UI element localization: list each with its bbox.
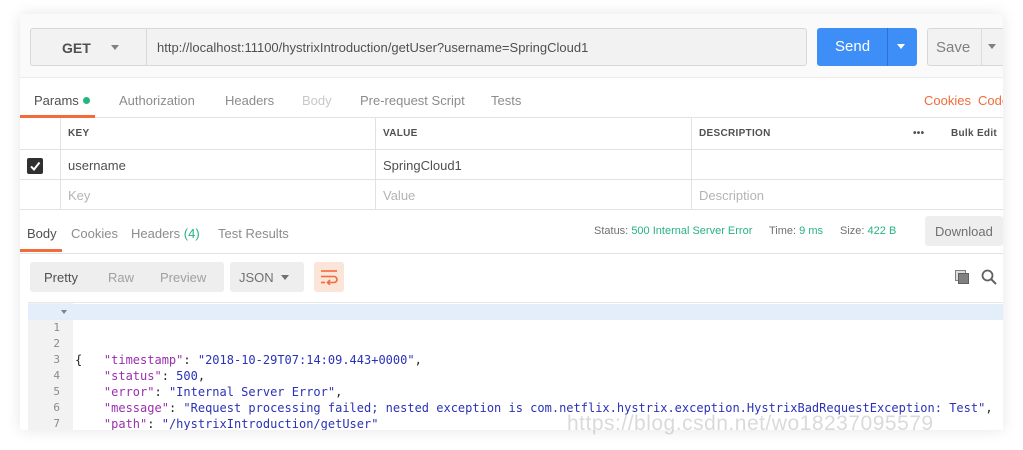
response-header: Body Cookies Headers (4) Test Results St… bbox=[20, 210, 1003, 254]
response-toolbar: Pretty Raw Preview JSON bbox=[20, 254, 1003, 302]
send-options-chevron-icon[interactable] bbox=[897, 44, 905, 49]
size-label: Size: bbox=[840, 225, 865, 237]
param-key-cell[interactable]: username bbox=[61, 150, 376, 179]
code-line: 5 "message": "Request processing failed;… bbox=[28, 368, 1003, 415]
postman-window: GET http://localhost:11100/hystrixIntrod… bbox=[20, 14, 1003, 430]
row-enabled-checkbox[interactable] bbox=[27, 158, 43, 174]
code-line: 3 "status": 500, bbox=[28, 336, 1003, 383]
new-param-row: Key Value Description bbox=[20, 180, 1003, 210]
view-preview[interactable]: Preview bbox=[160, 270, 206, 285]
format-label: JSON bbox=[239, 270, 274, 285]
url-text: http://localhost:11100/hystrixIntroducti… bbox=[157, 40, 589, 55]
save-button[interactable]: Save bbox=[927, 28, 1003, 66]
tab-response-cookies[interactable]: Cookies bbox=[71, 226, 118, 241]
status-label: Status: bbox=[594, 225, 629, 237]
header-value-cell: VALUE bbox=[376, 118, 692, 149]
key-placeholder: Key bbox=[68, 188, 91, 203]
wrap-lines-icon bbox=[321, 270, 338, 285]
search-icon[interactable] bbox=[981, 269, 997, 285]
status-readout: Status: 500 Internal Server Error bbox=[594, 225, 752, 237]
time-readout: Time: 9 ms bbox=[769, 225, 823, 237]
json-value: "/hystrixIntroduction/getUser" bbox=[161, 417, 379, 430]
status-value: 500 Internal Server Error bbox=[631, 225, 753, 237]
header-key-cell: KEY bbox=[61, 118, 376, 149]
fold-toggle-icon[interactable] bbox=[61, 310, 67, 314]
download-label: Download bbox=[935, 224, 993, 239]
chevron-down-icon bbox=[111, 45, 119, 50]
tab-params[interactable]: Params bbox=[34, 93, 90, 108]
tab-pre-request-script[interactable]: Pre-request Script bbox=[360, 93, 465, 108]
row-check-cell bbox=[20, 150, 61, 179]
watermark: https://blog.csdn.net/wo18237095579 bbox=[567, 412, 934, 435]
tab-body[interactable]: Body bbox=[302, 93, 332, 108]
code-line: 6 "path": "/hystrixIntroduction/getUser" bbox=[28, 384, 1003, 430]
code-line: 4 "error": "Internal Server Error", bbox=[28, 352, 1003, 399]
header-description: DESCRIPTION bbox=[699, 128, 771, 139]
tab-response-headers[interactable]: Headers (4) bbox=[131, 226, 200, 241]
size-value: 422 B bbox=[867, 225, 897, 237]
time-label: Time: bbox=[769, 225, 797, 237]
send-button[interactable]: Send bbox=[817, 28, 917, 66]
view-raw[interactable]: Raw bbox=[108, 270, 134, 285]
send-divider bbox=[887, 28, 888, 66]
line-number: 7 bbox=[53, 417, 60, 430]
param-value-cell[interactable]: SpringCloud1 bbox=[376, 150, 692, 179]
wrap-lines-button[interactable] bbox=[314, 262, 344, 292]
chevron-down-icon bbox=[281, 275, 289, 280]
new-key-input[interactable]: Key bbox=[61, 180, 376, 209]
params-header-row: KEY VALUE DESCRIPTION ••• Bulk Edit bbox=[20, 118, 1003, 150]
method-dropdown[interactable]: GET bbox=[30, 28, 146, 66]
url-input[interactable]: http://localhost:11100/hystrixIntroducti… bbox=[146, 28, 807, 66]
request-bar: GET http://localhost:11100/hystrixIntrod… bbox=[20, 14, 1003, 78]
tab-authorization[interactable]: Authorization bbox=[119, 93, 195, 108]
bulk-edit-link[interactable]: Bulk Edit bbox=[951, 128, 997, 139]
param-description-cell[interactable] bbox=[692, 150, 1003, 179]
value-placeholder: Value bbox=[383, 188, 416, 203]
tab-headers[interactable]: Headers bbox=[225, 93, 274, 108]
new-description-input[interactable]: Description bbox=[692, 180, 1003, 209]
format-dropdown[interactable]: JSON bbox=[230, 262, 304, 292]
time-value: 9 ms bbox=[799, 225, 823, 237]
copy-icon[interactable] bbox=[955, 270, 970, 285]
param-key: username bbox=[68, 158, 126, 173]
send-label: Send bbox=[835, 38, 871, 55]
code-line: 1 { bbox=[28, 304, 1003, 367]
tab-test-results[interactable]: Test Results bbox=[218, 226, 289, 241]
new-row-check-cell bbox=[20, 180, 61, 209]
code-lines: 1 { 2 "timestamp": "2018-10-29T07:14:09.… bbox=[28, 304, 1003, 430]
save-divider bbox=[981, 29, 982, 65]
param-value: SpringCloud1 bbox=[383, 158, 462, 173]
description-placeholder: Description bbox=[699, 188, 765, 203]
header-check-cell bbox=[20, 118, 61, 149]
code-text: "path": "/hystrixIntroduction/getUser" bbox=[103, 417, 379, 430]
tab-tests[interactable]: Tests bbox=[491, 93, 521, 108]
cookies-link[interactable]: Cookies bbox=[924, 93, 971, 108]
tab-params-label: Params bbox=[34, 93, 79, 108]
new-value-input[interactable]: Value bbox=[376, 180, 692, 209]
header-key: KEY bbox=[68, 128, 90, 139]
response-active-tab-indicator bbox=[20, 249, 62, 252]
response-body-editor[interactable]: 1 { 2 "timestamp": "2018-10-29T07:14:09.… bbox=[28, 302, 1003, 430]
header-value: VALUE bbox=[383, 128, 418, 139]
download-button[interactable]: Download bbox=[925, 216, 1003, 246]
more-options-icon[interactable]: ••• bbox=[913, 128, 924, 139]
save-options-chevron-icon[interactable] bbox=[988, 44, 996, 49]
save-label: Save bbox=[936, 39, 971, 56]
request-tabs: Params Authorization Headers Body Pre-re… bbox=[20, 78, 1003, 118]
method-label: GET bbox=[62, 40, 91, 56]
response-headers-label: Headers bbox=[131, 226, 181, 241]
view-mode-selector: Pretty Raw Preview bbox=[30, 262, 224, 292]
response-headers-count: (4) bbox=[183, 226, 200, 241]
params-active-dot-icon bbox=[82, 97, 90, 104]
table-row: username SpringCloud1 bbox=[20, 150, 1003, 180]
view-pretty[interactable]: Pretty bbox=[44, 270, 78, 285]
size-readout: Size: 422 B bbox=[840, 225, 896, 237]
json-key: "path" bbox=[103, 417, 148, 430]
code-link[interactable]: Code bbox=[978, 93, 1003, 108]
code-line: 2 "timestamp": "2018-10-29T07:14:09.443+… bbox=[28, 320, 1003, 367]
tab-response-body[interactable]: Body bbox=[27, 226, 57, 241]
